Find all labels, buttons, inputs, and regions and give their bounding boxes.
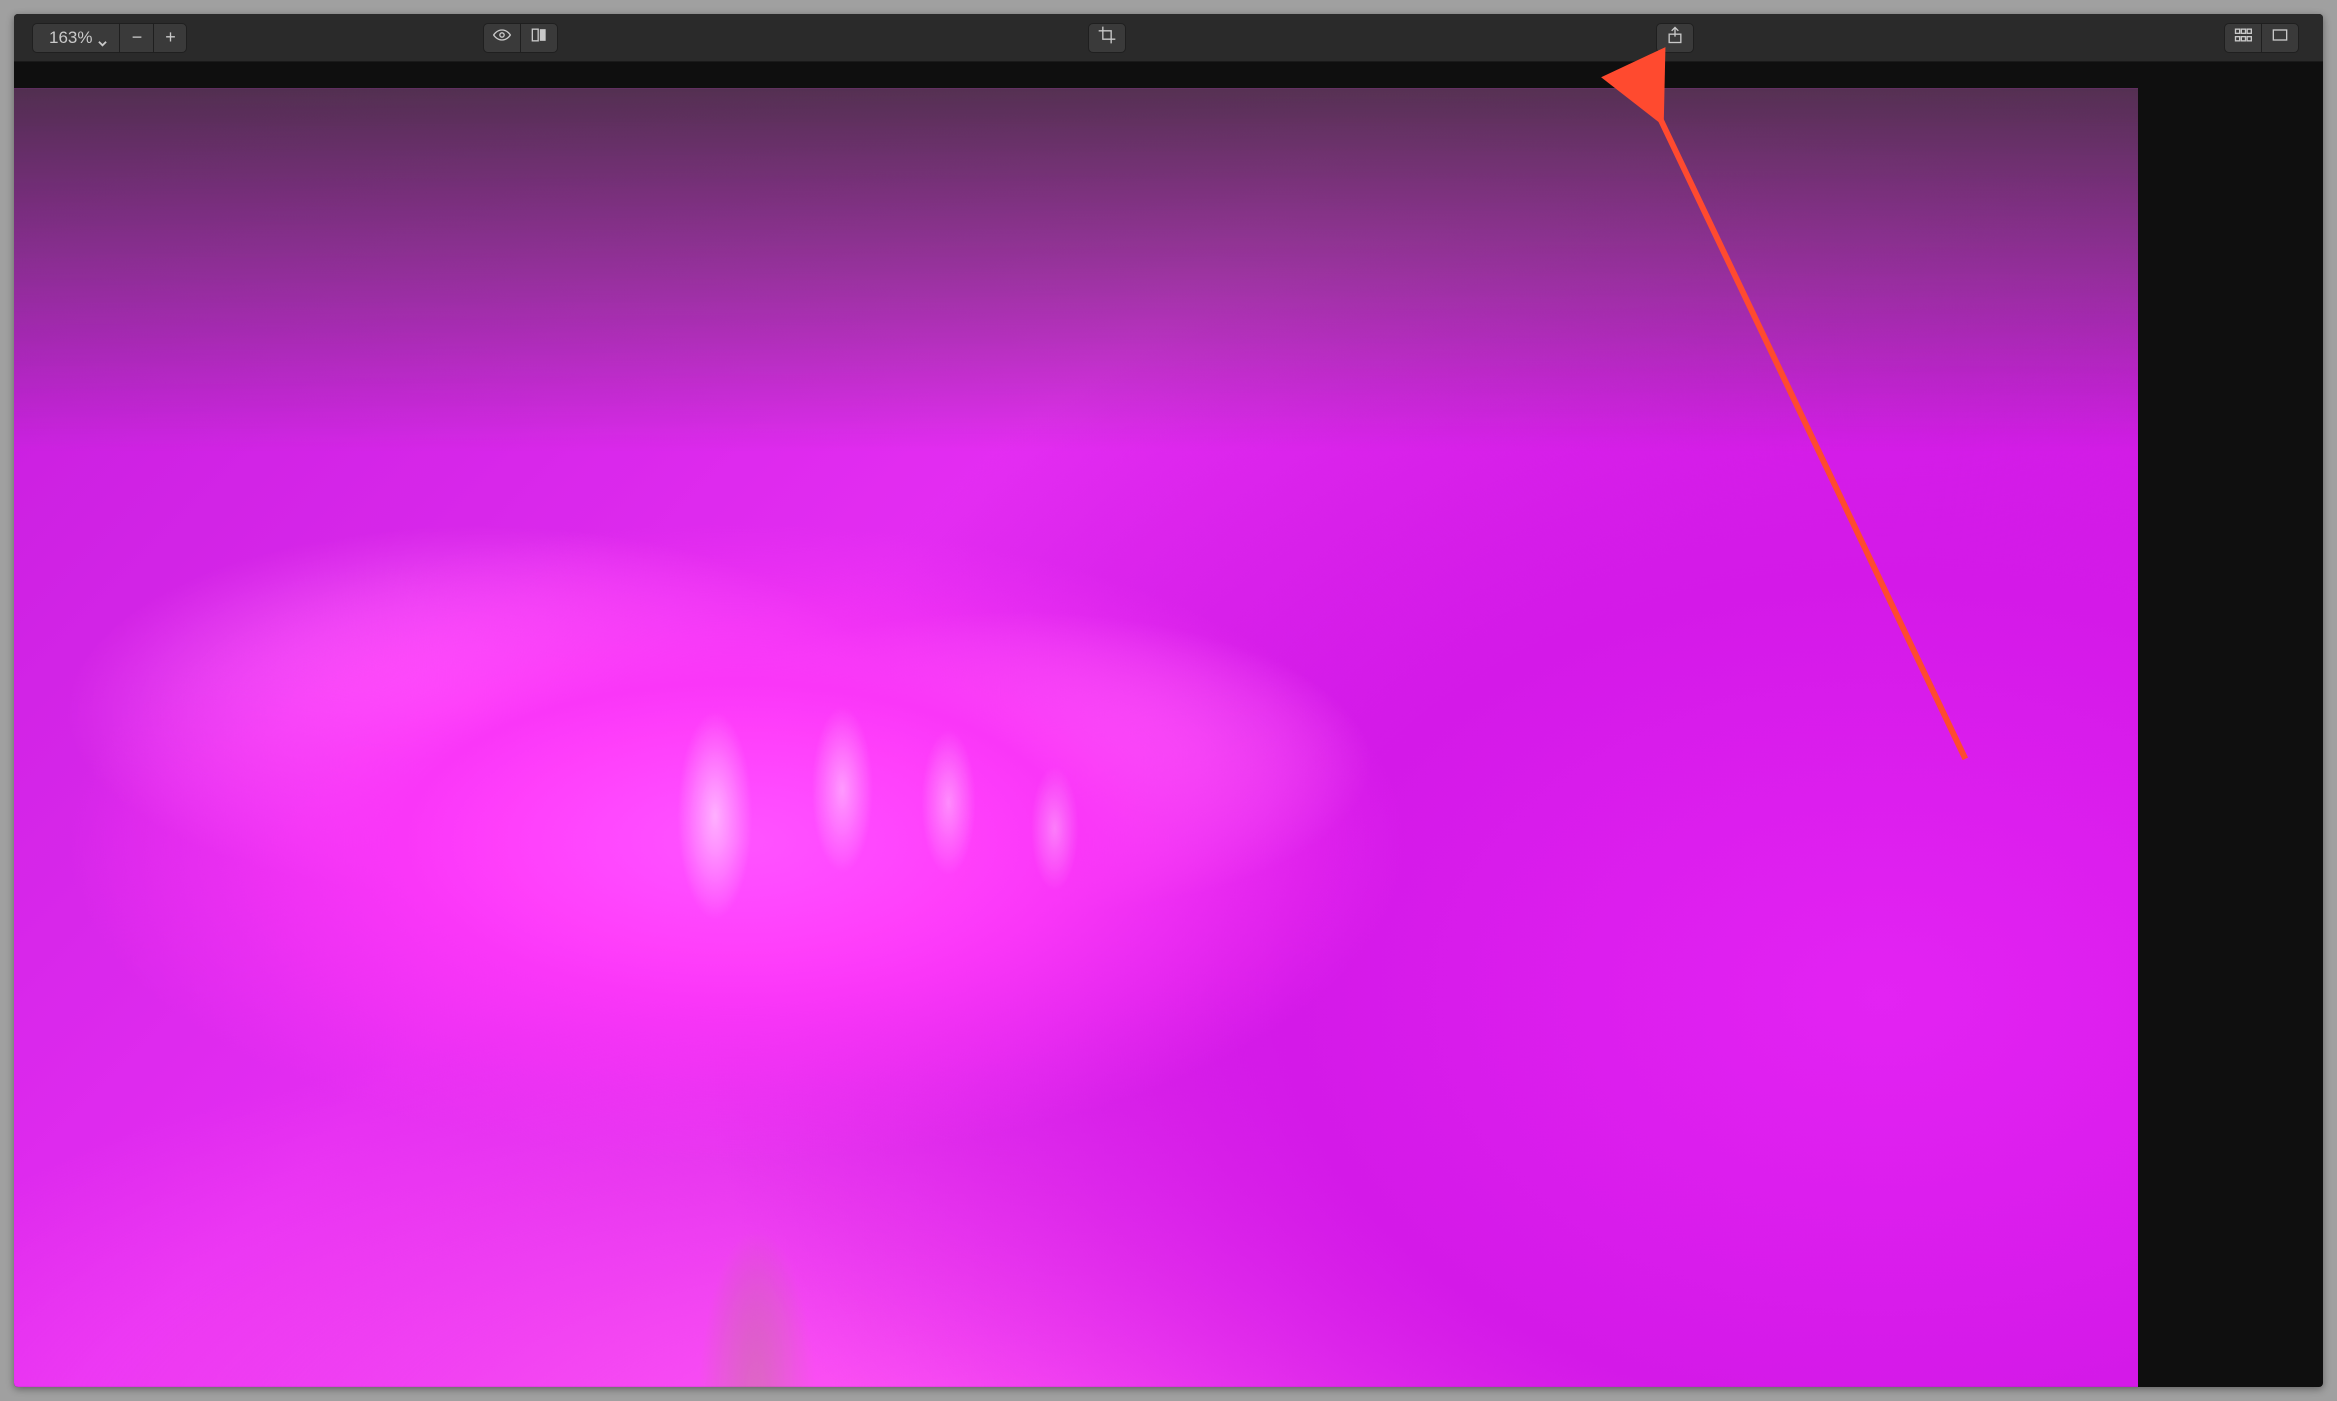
show-original-button[interactable]: [483, 23, 520, 53]
image-preview[interactable]: [14, 88, 2138, 1387]
zoom-dropdown[interactable]: 163%: [32, 23, 119, 53]
single-view-icon: [2270, 25, 2290, 50]
single-view-button[interactable]: [2261, 23, 2299, 53]
zoom-in-button[interactable]: +: [153, 23, 187, 53]
view-mode-group: [2224, 23, 2299, 53]
eye-icon: [492, 25, 512, 50]
app-window: 163% − +: [14, 14, 2323, 1387]
canvas-area[interactable]: [14, 62, 2323, 1387]
toolbar: 163% − +: [14, 14, 2323, 62]
chevron-down-icon: [98, 33, 107, 42]
minus-icon: −: [132, 27, 143, 48]
zoom-value: 163%: [49, 28, 92, 48]
zoom-control-group: 163% − +: [32, 23, 187, 53]
share-button[interactable]: [1656, 23, 1694, 53]
zoom-out-button[interactable]: −: [119, 23, 153, 53]
compare-button[interactable]: [520, 23, 558, 53]
grid-view-button[interactable]: [2224, 23, 2261, 53]
grid-icon: [2233, 25, 2253, 50]
compare-icon: [529, 25, 549, 50]
plus-icon: +: [165, 27, 176, 48]
share-icon: [1665, 25, 1685, 50]
crop-icon: [1097, 25, 1117, 50]
photo-content: [14, 88, 2138, 1387]
crop-button[interactable]: [1088, 23, 1126, 53]
preview-group: [483, 23, 558, 53]
